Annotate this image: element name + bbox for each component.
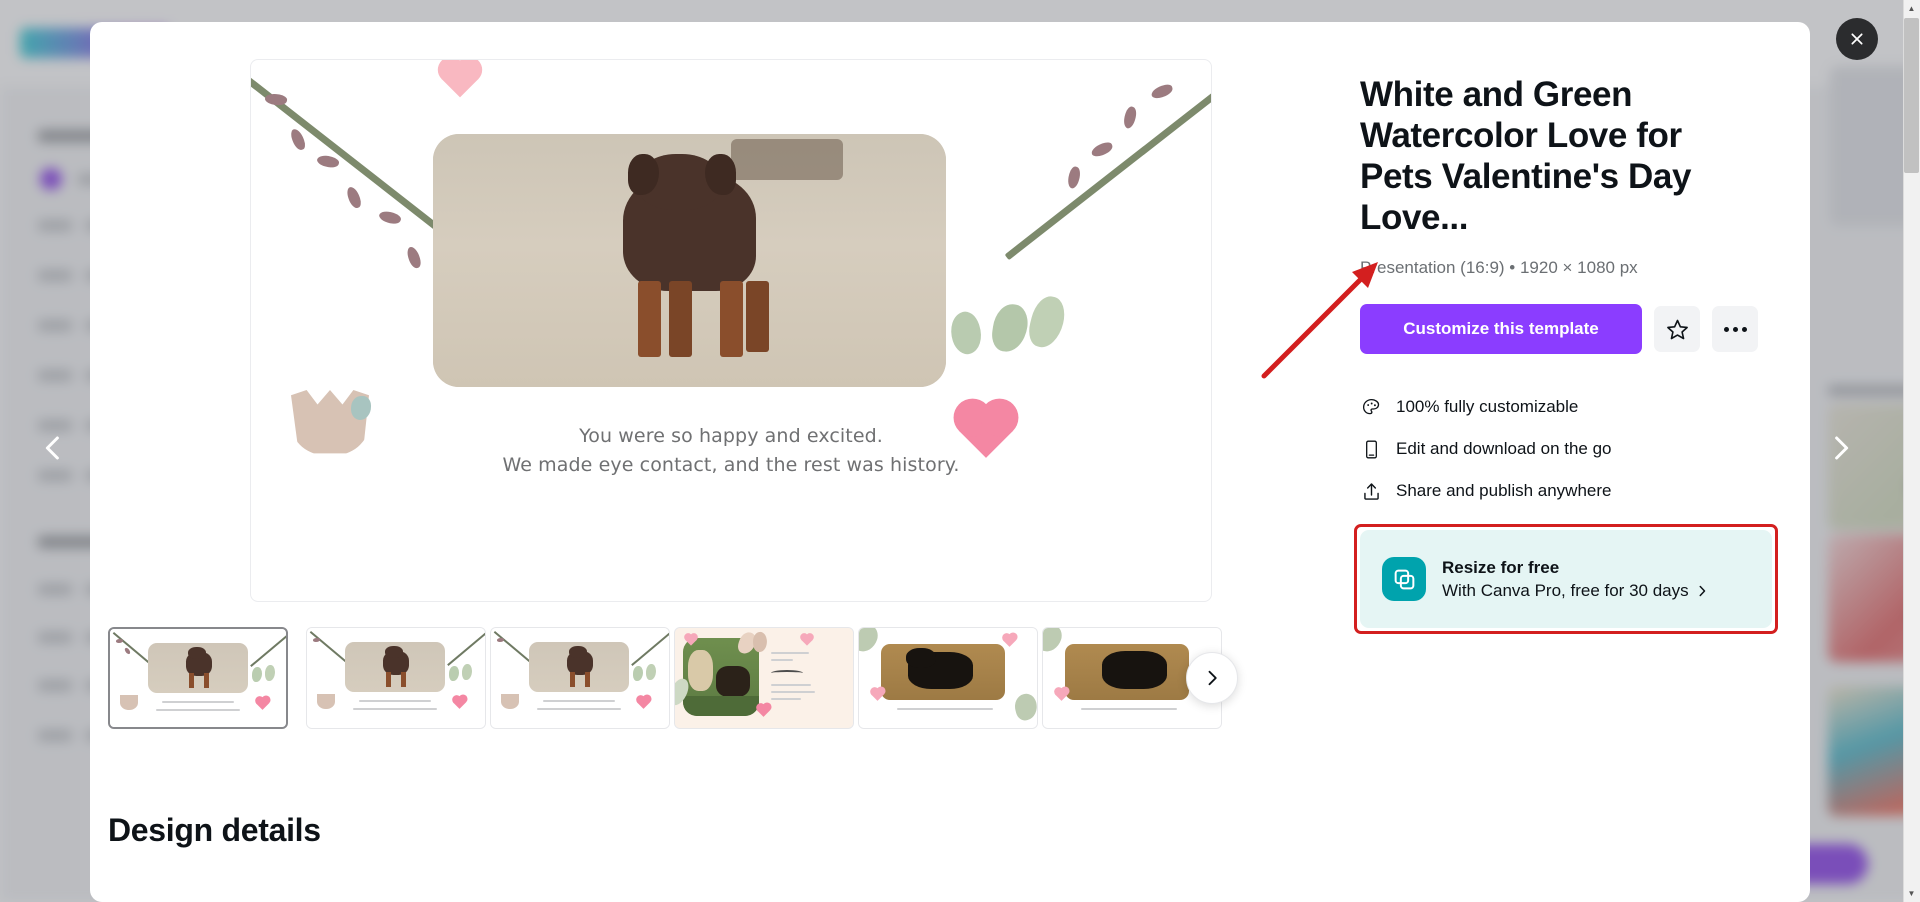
vine-leaf xyxy=(405,245,423,270)
eucalyptus-leaf xyxy=(1025,292,1069,352)
details-column: White and Green Watercolor Love for Pets… xyxy=(1354,22,1810,902)
feature-mobile: Edit and download on the go xyxy=(1360,428,1810,470)
close-icon xyxy=(1851,33,1863,45)
vine-leaf xyxy=(1149,82,1175,101)
favorite-button[interactable] xyxy=(1654,306,1700,352)
resize-for-free-banner[interactable]: Resize for free With Canva Pro, free for… xyxy=(1354,524,1778,634)
preview-column: You were so happy and excited. We made e… xyxy=(90,22,1360,902)
customize-template-button[interactable]: Customize this template xyxy=(1360,304,1642,354)
resize-text: Resize for free With Canva Pro, free for… xyxy=(1442,558,1708,601)
page-scrollbar[interactable]: ▲ ▼ xyxy=(1903,0,1920,902)
template-title: White and Green Watercolor Love for Pets… xyxy=(1360,75,1692,237)
vine-leaf xyxy=(1065,165,1083,190)
scroll-down-arrow-icon[interactable]: ▼ xyxy=(1904,885,1919,902)
slide-caption-line-2: We made eye contact, and the rest was hi… xyxy=(502,454,960,476)
design-details-heading: Design details xyxy=(108,812,321,848)
template-dimensions-meta: Presentation (16:9) • 1920 × 1080 px xyxy=(1360,258,1638,277)
eucalyptus-leaf xyxy=(989,301,1031,355)
vine-leaf xyxy=(1121,105,1139,130)
thumbnails-next-button[interactable] xyxy=(1186,652,1238,704)
resize-subtitle-row: With Canva Pro, free for 30 days xyxy=(1442,581,1708,601)
feature-list: 100% fully customizable Edit and downloa… xyxy=(1360,386,1810,512)
chevron-right-icon xyxy=(1699,585,1705,596)
feature-label: Edit and download on the go xyxy=(1396,439,1612,458)
scroll-up-arrow-icon[interactable]: ▲ xyxy=(1904,0,1919,17)
primary-actions: Customize this template xyxy=(1360,304,1810,354)
vine-leaf xyxy=(345,185,363,210)
thumbnail-slide-2[interactable] xyxy=(306,627,486,729)
close-button[interactable] xyxy=(1836,18,1878,60)
feature-customizable: 100% fully customizable xyxy=(1360,386,1810,428)
feature-label: 100% fully customizable xyxy=(1396,397,1579,416)
watercolor-heart-top xyxy=(441,60,479,98)
resize-title: Resize for free xyxy=(1442,557,1560,577)
chevron-right-icon xyxy=(1208,670,1217,686)
palette-icon xyxy=(1360,397,1382,418)
vine-leaf xyxy=(315,153,341,170)
thumbnail-slide-1[interactable] xyxy=(108,627,288,729)
thumbnail-strip xyxy=(108,627,1338,747)
slide-caption: You were so happy and excited. We made e… xyxy=(251,422,1211,480)
thumbnail-slide-5[interactable] xyxy=(858,627,1038,729)
template-detail-modal: You were so happy and excited. We made e… xyxy=(90,22,1810,902)
next-template-button[interactable] xyxy=(1818,425,1864,471)
watercolor-tulip-accent xyxy=(351,396,371,420)
previous-template-button[interactable] xyxy=(30,425,76,471)
template-preview-slide[interactable]: You were so happy and excited. We made e… xyxy=(250,59,1212,602)
slide-caption-line-1: You were so happy and excited. xyxy=(579,425,883,447)
feature-label: Share and publish anywhere xyxy=(1396,481,1612,500)
vine-stem-right xyxy=(1004,70,1211,261)
share-icon xyxy=(1360,481,1382,502)
chevron-right-icon xyxy=(1835,436,1849,460)
vine-leaf xyxy=(1089,140,1115,159)
ellipsis-icon xyxy=(1723,326,1747,332)
vine-leaf xyxy=(289,127,307,152)
vine-leaf xyxy=(377,208,403,227)
scrollbar-thumb[interactable] xyxy=(1904,18,1919,173)
slide-photo xyxy=(433,134,946,387)
thumbnail-slide-4[interactable] xyxy=(674,627,854,729)
mobile-icon xyxy=(1360,439,1382,460)
feature-share: Share and publish anywhere xyxy=(1360,470,1810,512)
more-options-button[interactable] xyxy=(1712,306,1758,352)
star-icon xyxy=(1666,319,1688,339)
resize-icon xyxy=(1382,557,1426,601)
thumbnail-slide-3[interactable] xyxy=(490,627,670,729)
chevron-left-icon xyxy=(45,436,59,460)
eucalyptus-leaf xyxy=(945,308,987,358)
resize-subtitle: With Canva Pro, free for 30 days xyxy=(1442,580,1689,600)
